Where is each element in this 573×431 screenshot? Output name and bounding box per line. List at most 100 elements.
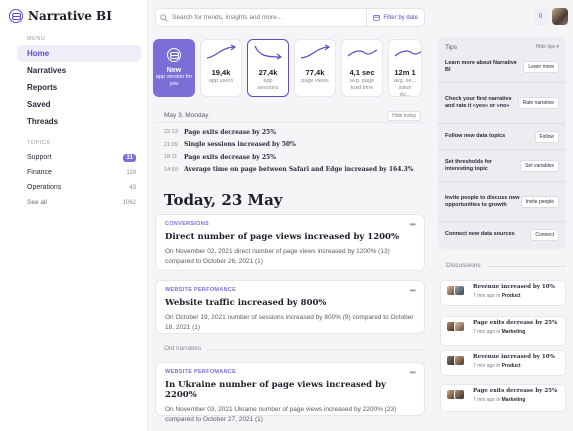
metric-label: avg. se... ssion du... — [393, 78, 417, 97]
topic-item-finance[interactable]: Finance 119 — [17, 165, 141, 180]
narrative-category: WEBSITE PERFOMANCE — [165, 369, 237, 375]
tip-item: Check your first narrative and rate it «… — [438, 82, 566, 123]
topic-count: 119 — [126, 169, 136, 176]
topic-label: Finance — [27, 169, 52, 176]
discussion-item[interactable]: Revenue increased by 10% 7 min ago in Pr… — [440, 350, 566, 376]
metric-value: 12m 1 — [394, 68, 416, 77]
metric-card-app-users[interactable]: 19,4k app users — [200, 39, 242, 97]
topic-see-all[interactable]: See all 1062 — [17, 195, 141, 210]
tip-text: Connect new data sources — [445, 231, 515, 237]
item-text: Page exits decrease by 25% — [184, 128, 276, 136]
notifications-button[interactable]: 0 — [533, 9, 548, 25]
follow-button[interactable]: Follow — [534, 130, 559, 143]
connect-button[interactable]: Connect — [530, 228, 559, 241]
tip-text: Follow new data topics — [445, 133, 506, 139]
topics-list: Support 31 Finance 119 Operations 43 See… — [17, 150, 141, 210]
tip-item: Invite people to discuss new opportuniti… — [438, 181, 566, 221]
more-options-icon[interactable]: ••• — [410, 220, 416, 229]
hide-today-button[interactable]: Hide today — [387, 110, 421, 121]
item-text: Average time on page between Safari and … — [184, 166, 414, 174]
discussion-item[interactable]: Revenue increased by 10% 7 min ago in Pr… — [440, 280, 566, 306]
tips-header: Tips Hide tips ▾ — [438, 37, 566, 52]
user-avatar[interactable] — [552, 8, 568, 25]
metric-card-session-duration[interactable]: 12m 1 avg. se... ssion du... — [388, 39, 422, 97]
app-logo[interactable]: Narrative BI — [9, 9, 112, 23]
item-text: Single sessions increased by 50% — [184, 141, 296, 149]
rate-narrative-button[interactable]: Rate narrative — [517, 97, 559, 109]
discussion-item[interactable]: Page exits decrease by 25% 7 min ago in … — [440, 316, 566, 346]
narrative-category: WEBSITE PERFOMANCE — [165, 287, 237, 293]
menu-label: MENU — [27, 36, 46, 42]
item-time: 22:13 — [164, 129, 178, 136]
item-time: 18:11 — [164, 154, 178, 161]
main-menu: Home Narratives Reports Saved Threads — [17, 45, 141, 130]
calendar-icon — [373, 15, 380, 21]
more-options-icon[interactable]: ••• — [410, 286, 416, 295]
today-heading: Today, 23 May — [164, 191, 283, 209]
divider — [488, 266, 566, 267]
metric-value: 27,4k — [258, 68, 278, 77]
tip-item: Connect new data sources Connect — [438, 221, 566, 247]
avatar — [454, 321, 465, 332]
discussion-time: 7 min ago in — [473, 397, 501, 403]
discussion-time: 7 min ago in — [473, 293, 501, 299]
metric-value: 4,1 sec — [349, 68, 375, 77]
discussion-topic: Marketing — [501, 397, 526, 403]
narrative-card[interactable]: WEBSITE PERFOMANCE ••• In Ukraine number… — [155, 362, 425, 423]
discussions-label: Discussions — [446, 262, 481, 269]
new-card-title: New — [166, 67, 182, 74]
old-narratives-label: Old narraties — [164, 345, 202, 352]
topics-label: TOPICS — [27, 140, 51, 146]
topic-label: Operations — [27, 184, 62, 191]
participants-avatars — [446, 389, 465, 401]
metric-card-app-sessions[interactable]: 27,4k app sessions — [247, 39, 289, 97]
previous-day-header: May 3, Monday Hide today — [155, 109, 425, 123]
topic-item-support[interactable]: Support 31 — [17, 150, 141, 165]
narrative-title: Website traffic increased by 800% — [165, 298, 327, 308]
metric-label: app sessions — [257, 78, 279, 91]
hide-tips-button[interactable]: Hide tips ▾ — [536, 44, 559, 50]
invite-people-button[interactable]: Invite people — [520, 195, 559, 208]
list-item[interactable]: 21:09 Single sessions increased by 50% — [155, 139, 425, 152]
narrative-card[interactable]: WEBSITE PERFOMANCE ••• Website traffic i… — [155, 280, 425, 334]
list-item[interactable]: 22:13 Page exits decrease by 25% — [155, 126, 425, 139]
trend-line-icon — [394, 50, 421, 57]
narrative-body: On October 19, 2021 number of sessions i… — [165, 314, 414, 331]
metric-label: avg. page load time — [349, 78, 375, 91]
avatar — [454, 355, 465, 366]
participants-avatars — [446, 355, 465, 367]
participants-avatars — [446, 285, 465, 297]
search-icon — [156, 13, 172, 22]
more-options-icon[interactable]: ••• — [410, 368, 416, 377]
menu-item-home[interactable]: Home — [17, 45, 141, 62]
metric-label: page views — [301, 78, 329, 84]
set-variables-button[interactable]: Set variables — [520, 159, 559, 172]
topic-item-operations[interactable]: Operations 43 — [17, 180, 141, 195]
previous-day-date: May 3, Monday — [164, 112, 209, 119]
discussion-item[interactable]: Page exits decrease by 25% 7 min ago in … — [440, 384, 566, 412]
list-item[interactable]: 14:59 Average time on page between Safar… — [155, 164, 425, 177]
narrative-card[interactable]: CONVERSIONS ••• Direct number of page vi… — [155, 214, 425, 271]
item-time: 21:09 — [164, 141, 178, 148]
list-item[interactable]: 18:11 Page exits decrease by 25% — [155, 151, 425, 164]
discussion-time: 7 min ago in — [473, 363, 501, 369]
menu-item-threads[interactable]: Threads — [17, 113, 141, 130]
topic-count: 1062 — [122, 199, 136, 206]
menu-item-reports[interactable]: Reports — [17, 79, 141, 96]
menu-item-narratives[interactable]: Narratives — [17, 62, 141, 79]
metric-value: 19,4k — [211, 68, 231, 77]
item-time: 14:59 — [164, 166, 178, 173]
discussion-title: Revenue increased by 10% — [473, 284, 555, 290]
tip-item: Follow new data topics Follow — [438, 123, 566, 149]
filter-by-date-button[interactable]: Filter by date — [366, 8, 424, 27]
new-version-card[interactable]: New app version for you — [153, 39, 195, 97]
discussion-meta: 7 min ago in Product — [473, 293, 521, 299]
metric-card-page-load-time[interactable]: 4,1 sec avg. page load time — [341, 39, 383, 97]
menu-item-saved[interactable]: Saved — [17, 96, 141, 113]
tips-panel: Tips Hide tips ▾ Learn more about Narrat… — [438, 37, 566, 249]
trend-line-icon — [347, 49, 378, 57]
metric-card-page-views[interactable]: 77,4k page views — [294, 39, 336, 97]
learn-more-button[interactable]: Learn more — [523, 61, 559, 73]
discussion-meta: 7 min ago in Product — [473, 363, 521, 369]
search-input[interactable] — [172, 14, 362, 21]
